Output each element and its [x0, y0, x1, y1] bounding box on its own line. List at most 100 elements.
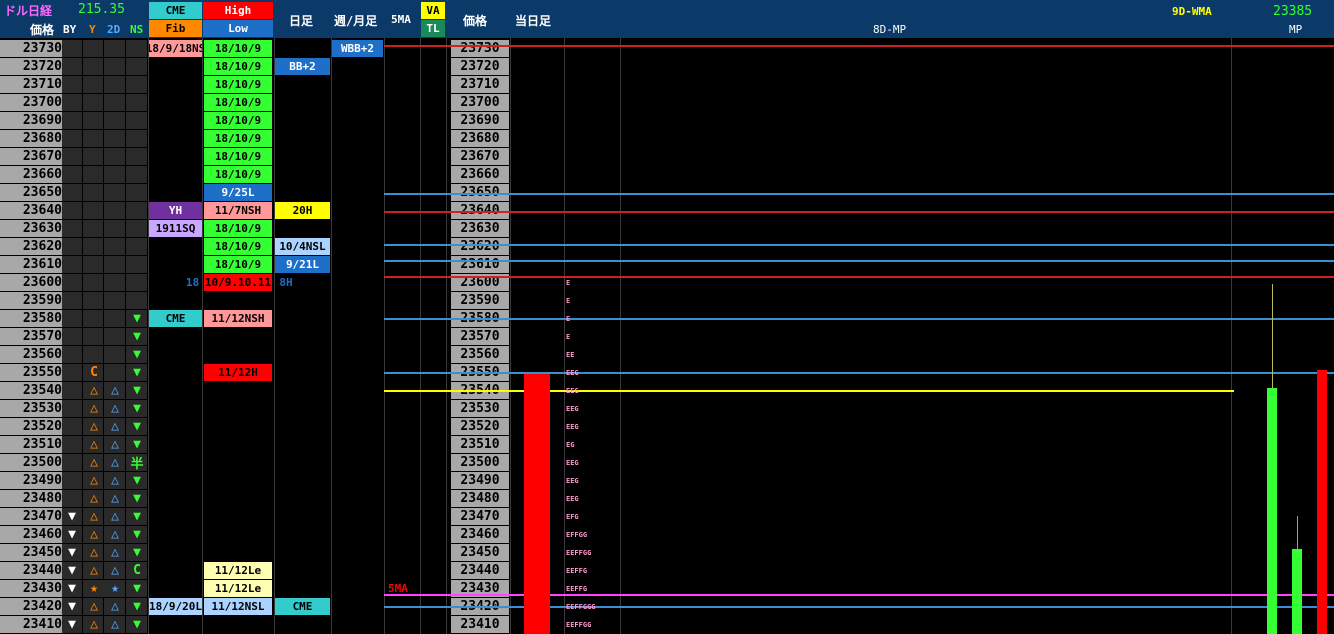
indicator-cell: [104, 256, 125, 273]
mp-profile-letters: EEFFGG: [566, 548, 592, 557]
indicator-cell: [62, 436, 82, 453]
level-line: [384, 390, 1234, 392]
mp-wick-1: [1272, 284, 1273, 388]
by-col-header: BY: [63, 23, 77, 36]
by-down-triangle-icon: ▼: [68, 599, 76, 614]
high-low-cell[interactable]: 18/10/9: [204, 130, 272, 147]
cme-cell[interactable]: 18/9/20L: [149, 598, 202, 615]
mp-green-bar-2: [1292, 549, 1302, 634]
price-cell-2: 23480: [451, 490, 509, 507]
daily-cell[interactable]: CME: [275, 598, 330, 615]
price-label: 23720: [22, 59, 62, 74]
high-low-cell[interactable]: 18/10/9: [204, 238, 272, 255]
high-low-cell[interactable]: 11/12NSH: [204, 310, 272, 327]
by-down-triangle-icon: ▼: [68, 581, 76, 596]
price-cell-2: 23670: [451, 148, 509, 165]
daily-cell[interactable]: BB+2: [275, 58, 330, 75]
ns-down-triangle-icon: ▼: [133, 581, 141, 596]
2d-triangle-icon: △: [111, 527, 119, 542]
mp-profile-letters: EEG: [566, 386, 579, 395]
mp-profile-letters: EEG: [566, 404, 579, 413]
by-down-triangle-icon: ▼: [68, 509, 76, 524]
high-low-cell[interactable]: 9/25L: [204, 184, 272, 201]
indicator-cell: [83, 238, 103, 255]
weekly-col-header: 週/月足: [334, 14, 378, 28]
high-low-cell[interactable]: 11/12NSL: [204, 598, 272, 615]
weekly-cell[interactable]: WBB+2: [332, 40, 383, 57]
indicator-cell: [126, 274, 147, 291]
price-label: 23530: [22, 401, 62, 416]
high-low-cell[interactable]: 10/9.10.11: [204, 274, 272, 291]
price-cell: 23410: [0, 616, 62, 633]
indicator-cell: [126, 292, 147, 309]
mp-profile-letters: E: [566, 332, 571, 341]
price-label: 23410: [22, 617, 62, 632]
ns-down-triangle-icon: ▼: [133, 365, 141, 380]
wma-9d-header: 9D-WMA: [1172, 5, 1212, 18]
high-low-cell[interactable]: 18/10/9: [204, 148, 272, 165]
2d-col-header: 2D: [107, 23, 121, 36]
grid-divider: [620, 38, 621, 634]
va-col-header: VA: [421, 2, 445, 19]
price-cell: 23560: [0, 346, 62, 363]
2d-triangle-icon: △: [111, 599, 119, 614]
mp-profile-letters: E: [566, 314, 571, 323]
2d-triangle-icon: △: [111, 509, 119, 524]
high-low-cell[interactable]: 11/12H: [204, 364, 272, 381]
indicator-cell: [83, 328, 103, 345]
grid-divider: [148, 38, 149, 634]
daily-cell[interactable]: 8H: [275, 274, 297, 291]
indicator-cell: [126, 112, 147, 129]
cme-cell[interactable]: CME: [149, 310, 202, 327]
level-line: [384, 244, 1334, 246]
indicator-cell: [62, 202, 82, 219]
indicator-cell: [104, 328, 125, 345]
high-low-cell[interactable]: 18/10/9: [204, 76, 272, 93]
high-low-cell[interactable]: 11/7NSH: [204, 202, 272, 219]
high-low-cell[interactable]: 18/10/9: [204, 220, 272, 237]
price-cell-2: 23610: [451, 256, 509, 273]
daily-cell[interactable]: 20H: [275, 202, 330, 219]
high-low-cell[interactable]: 11/12Le: [204, 580, 272, 597]
y-triangle-icon: △: [90, 473, 98, 488]
cme-cell[interactable]: 18: [183, 274, 202, 291]
high-low-cell[interactable]: 18/10/9: [204, 40, 272, 57]
cme-cell[interactable]: YH: [149, 202, 202, 219]
indicator-cell: [83, 220, 103, 237]
grid-divider: [1231, 38, 1232, 634]
price-label: 23420: [22, 599, 62, 614]
price-cell-2: 23680: [451, 130, 509, 147]
indicator-cell: [104, 238, 125, 255]
y-triangle-icon: △: [90, 617, 98, 632]
high-low-cell[interactable]: 18/10/9: [204, 58, 272, 75]
indicator-cell: [83, 274, 103, 291]
mp-wick-2: [1297, 516, 1298, 549]
grid-divider: [274, 38, 275, 634]
indicator-cell: [62, 454, 82, 471]
high-low-cell[interactable]: 18/10/9: [204, 166, 272, 183]
indicator-cell: [104, 274, 125, 291]
indicator-cell: [62, 346, 82, 363]
price-label: 23670: [22, 149, 62, 164]
high-low-cell[interactable]: 18/10/9: [204, 112, 272, 129]
high-low-cell[interactable]: 18/10/9: [204, 256, 272, 273]
price-cell: 23660: [0, 166, 62, 183]
indicator-cell: [62, 58, 82, 75]
high-low-cell[interactable]: 11/12Le: [204, 562, 272, 579]
daily-cell[interactable]: 9/21L: [275, 256, 330, 273]
daily-cell[interactable]: 10/4NSL: [275, 238, 330, 255]
mp-profile-letters: EEG: [566, 476, 579, 485]
price-label: 23640: [22, 203, 62, 218]
cme-cell[interactable]: 1911SQ: [149, 220, 202, 237]
y-triangle-icon: △: [90, 545, 98, 560]
price-label: 23450: [22, 545, 62, 560]
cme-col-header: CME: [149, 2, 202, 19]
cme-cell[interactable]: 18/9/18NS: [149, 40, 202, 57]
price-cell: 23500: [0, 454, 62, 471]
price-cell: 23600: [0, 274, 62, 291]
high-low-cell[interactable]: 18/10/9: [204, 94, 272, 111]
price-cell: 23570: [0, 328, 62, 345]
price-label: 23680: [22, 131, 62, 146]
ns-down-triangle-icon: ▼: [133, 509, 141, 524]
price-label: 23590: [22, 293, 62, 308]
